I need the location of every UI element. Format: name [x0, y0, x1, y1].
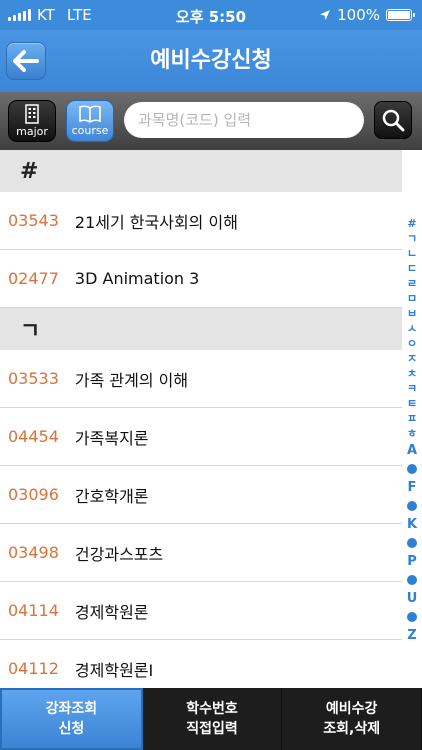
search-button[interactable]: [374, 101, 412, 139]
course-name: 간호학개론: [74, 486, 149, 506]
course-label: course: [71, 124, 109, 137]
course-name: 경제학원론: [74, 602, 149, 622]
list-item[interactable]: 04454 가족복지론: [0, 408, 402, 466]
index-item[interactable]: ㅁ: [407, 291, 417, 306]
status-right: 100%: [319, 6, 415, 24]
course-code: 02477: [8, 269, 59, 288]
section-header: #: [0, 150, 402, 192]
section-index-bar[interactable]: # ㄱㄴㄷㄹㅁㅂㅅㅇㅈㅊㅋㅌㅍㅎ A F K P U Z: [402, 216, 422, 645]
major-label: major: [16, 125, 48, 138]
search-icon: [382, 109, 405, 132]
major-button[interactable]: major: [8, 100, 56, 142]
status-bar: KT LTE 오후 5:50 100%: [0, 0, 422, 30]
index-item[interactable]: ㄴ: [407, 246, 417, 261]
index-item[interactable]: ㅍ: [407, 411, 417, 426]
index-item[interactable]: Z: [407, 626, 416, 645]
tab-direct-input[interactable]: 학수번호직접입력: [143, 688, 283, 750]
arrow-left-icon: [13, 50, 39, 72]
index-item[interactable]: ㅎ: [407, 426, 417, 441]
course-code: 03096: [8, 485, 59, 504]
index-item[interactable]: ㅋ: [407, 381, 417, 396]
list-item[interactable]: 03533 가족 관계의 이해: [0, 350, 402, 408]
index-item[interactable]: U: [407, 589, 418, 608]
index-item[interactable]: ㄷ: [407, 261, 417, 276]
building-icon: [25, 104, 39, 124]
course-code: 04114: [8, 601, 59, 620]
index-item[interactable]: P: [407, 552, 417, 571]
nav-header: 예비수강신청: [0, 30, 422, 92]
index-item[interactable]: #: [407, 216, 416, 231]
index-dot[interactable]: [407, 612, 417, 622]
back-button[interactable]: [6, 42, 46, 80]
list-item[interactable]: 02477 3D Animation 3: [0, 250, 402, 308]
list-item[interactable]: 04114 경제학원론: [0, 582, 402, 640]
course-code: 04454: [8, 427, 59, 446]
course-name: 21세기 한국사회의 이해: [74, 212, 238, 232]
list-item[interactable]: 03498 건강과스포츠: [0, 524, 402, 582]
tab-pre-registration[interactable]: 예비수강조회,삭제: [282, 688, 422, 750]
search-input[interactable]: [124, 102, 364, 138]
page-title: 예비수강신청: [150, 48, 272, 73]
index-item[interactable]: ㅈ: [407, 351, 417, 366]
index-item[interactable]: K: [407, 515, 417, 534]
tab-course-search[interactable]: 강좌조회신청: [0, 688, 143, 750]
index-dot[interactable]: [407, 501, 417, 511]
index-dot[interactable]: [407, 464, 417, 474]
index-item[interactable]: A: [407, 441, 417, 460]
list-item[interactable]: 03096 간호학개론: [0, 466, 402, 524]
index-item[interactable]: ㅅ: [407, 321, 417, 336]
search-toolbar: major course: [0, 92, 422, 150]
course-name: 가족복지론: [74, 428, 149, 448]
index-item[interactable]: ㄹ: [407, 276, 417, 291]
course-name: 3D Animation 3: [74, 269, 200, 288]
index-dot[interactable]: [407, 575, 417, 585]
course-name: 가족 관계의 이해: [74, 370, 189, 390]
battery-icon: [386, 9, 415, 21]
index-item[interactable]: ㅌ: [407, 396, 417, 411]
book-icon: [79, 105, 101, 123]
bottom-tab-bar: 강좌조회신청 학수번호직접입력 예비수강조회,삭제: [0, 688, 422, 750]
tab-label: 조회,삭제: [323, 721, 381, 737]
course-button[interactable]: course: [66, 100, 114, 142]
course-name: 경제학원론I: [74, 660, 154, 680]
course-code: 03498: [8, 543, 59, 562]
index-item[interactable]: ㅂ: [407, 306, 417, 321]
index-item[interactable]: ㄱ: [407, 231, 417, 246]
course-list[interactable]: # 03543 21세기 한국사회의 이해 02477 3D Animation…: [0, 150, 402, 688]
index-item[interactable]: ㅇ: [407, 336, 417, 351]
course-code: 03543: [8, 211, 59, 230]
list-item[interactable]: 03543 21세기 한국사회의 이해: [0, 192, 402, 250]
course-name: 건강과스포츠: [74, 544, 164, 564]
tab-label: 학수번호: [186, 701, 238, 717]
list-item[interactable]: 04112 경제학원론I: [0, 640, 402, 688]
index-item[interactable]: F: [408, 478, 417, 497]
course-code: 03533: [8, 369, 59, 388]
index-item[interactable]: ㅊ: [407, 366, 417, 381]
tab-label: 직접입력: [186, 721, 238, 737]
tab-label: 강좌조회: [45, 701, 98, 717]
location-icon: [320, 10, 331, 20]
tab-label: 예비수강: [325, 701, 378, 717]
tab-label: 신청: [58, 721, 85, 737]
section-header: ㄱ: [0, 308, 402, 350]
course-code: 04112: [8, 659, 59, 678]
index-dot[interactable]: [407, 538, 417, 548]
battery-label: 100%: [337, 6, 380, 24]
